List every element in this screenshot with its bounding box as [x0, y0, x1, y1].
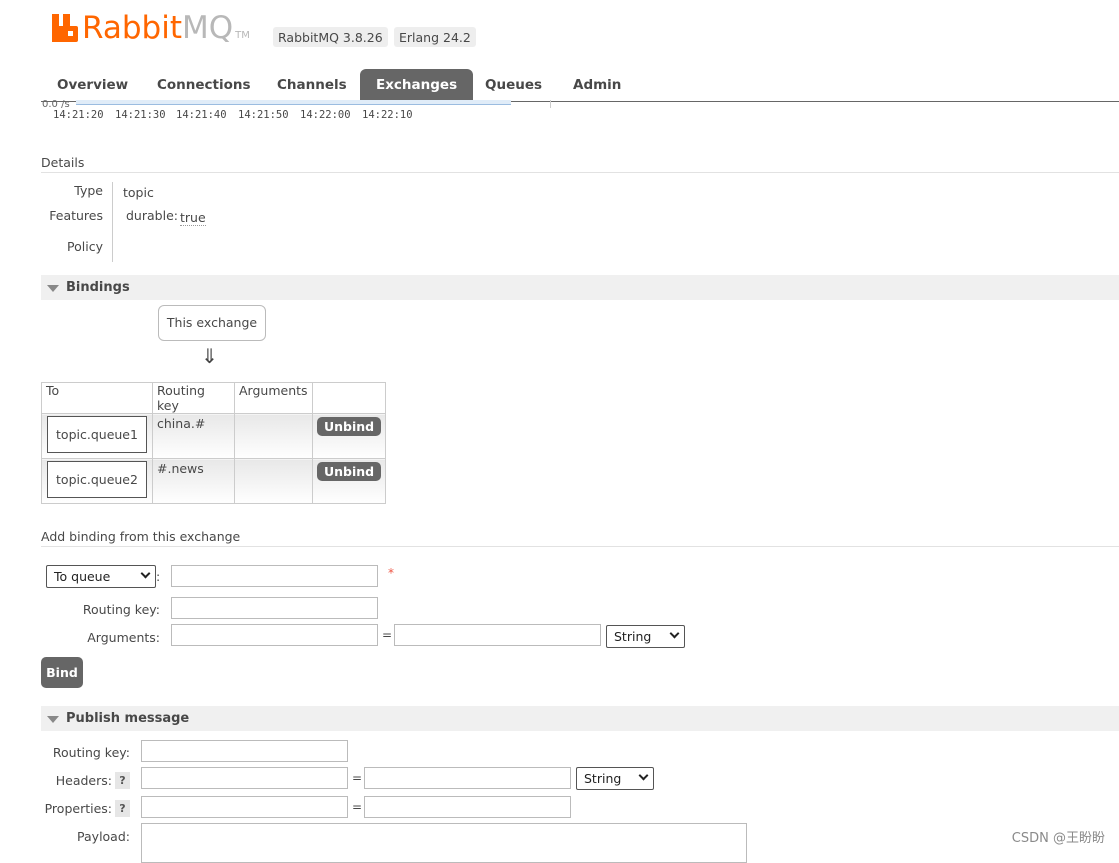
- required-marker: *: [388, 566, 394, 580]
- durable-value: true: [180, 210, 206, 226]
- chevron-down-icon: [140, 568, 151, 579]
- queue-link[interactable]: topic.queue2: [47, 461, 147, 498]
- erlang-version-badge: Erlang 24.2: [394, 27, 476, 47]
- logo-wordmark: RabbitMQ TM: [82, 10, 250, 46]
- table-row: topic.queue2 #.news Unbind: [41, 458, 387, 504]
- chevron-down-icon: [638, 770, 649, 781]
- argument-key-input[interactable]: [171, 624, 378, 646]
- add-binding-heading: Add binding from this exchange: [41, 529, 1119, 547]
- header-type-value: String: [584, 771, 622, 786]
- property-value-input[interactable]: [364, 796, 571, 818]
- publish-message-section-toggle[interactable]: Publish message: [41, 706, 1119, 731]
- bindings-heading: Bindings: [66, 280, 130, 295]
- chart-tick-label: 14:21:20: [53, 109, 104, 121]
- features-label: Features: [49, 208, 103, 223]
- bindings-table: To Routing key Arguments topic.queue1 ch…: [41, 382, 387, 504]
- routing-key-cell: china.#: [157, 416, 206, 431]
- argument-value-input[interactable]: [394, 624, 601, 646]
- unbind-button[interactable]: Unbind: [317, 462, 382, 481]
- destination-type-select[interactable]: To queue: [46, 565, 156, 588]
- type-label: Type: [74, 183, 103, 198]
- arguments-cell: [234, 458, 313, 504]
- type-value: topic: [123, 185, 154, 200]
- arguments-cell: [234, 413, 313, 459]
- tab-channels[interactable]: Channels: [261, 69, 363, 101]
- payload-label: Payload:: [77, 829, 130, 844]
- header-key-input[interactable]: [141, 767, 348, 789]
- publish-routing-key-input[interactable]: [141, 740, 348, 762]
- message-rate-chart: 0.0 /s 14:21:20 14:21:30 14:21:40 14:21:…: [41, 99, 561, 126]
- chart-tick-label: 14:21:30: [115, 109, 166, 121]
- unbind-button[interactable]: Unbind: [317, 417, 382, 436]
- equals-sign: =: [352, 771, 363, 785]
- properties-help-icon[interactable]: ?: [115, 800, 130, 817]
- tab-queues[interactable]: Queues: [469, 69, 558, 101]
- tab-admin[interactable]: Admin: [557, 69, 637, 101]
- tab-connections[interactable]: Connections: [141, 69, 267, 101]
- properties-label: Properties:: [44, 801, 112, 816]
- chart-divider: [550, 100, 551, 108]
- tab-overview[interactable]: Overview: [41, 69, 144, 101]
- property-key-input[interactable]: [141, 796, 348, 818]
- rabbitmq-logo-icon: [52, 14, 78, 42]
- bind-button[interactable]: Bind: [41, 657, 83, 688]
- details-heading: Details: [41, 155, 1119, 173]
- chart-tick-label: 14:22:00: [300, 109, 351, 121]
- column-header-actions: [311, 382, 387, 414]
- watermark: CSDN @王盼盼: [1011, 831, 1105, 846]
- chevron-down-icon: [669, 628, 680, 639]
- routing-key-label: Routing key:: [82, 602, 160, 617]
- chart-tick-label: 14:21:40: [176, 109, 227, 121]
- equals-sign: =: [352, 800, 363, 814]
- durable-key: durable:: [126, 208, 178, 223]
- destination-name-input[interactable]: [171, 565, 378, 587]
- column-header-routing-key: Routing key: [152, 382, 235, 414]
- queue-link[interactable]: topic.queue1: [47, 416, 147, 453]
- details-divider: [112, 182, 113, 262]
- destination-type-value: To queue: [54, 569, 111, 584]
- header-value-input[interactable]: [364, 767, 571, 789]
- arguments-label: Arguments:: [87, 630, 160, 645]
- routing-key-cell: #.news: [157, 461, 204, 476]
- policy-label: Policy: [67, 239, 103, 254]
- table-row: topic.queue1 china.# Unbind: [41, 413, 387, 459]
- headers-help-icon[interactable]: ?: [115, 772, 130, 789]
- this-exchange-box: This exchange: [158, 305, 266, 341]
- publish-message-heading: Publish message: [66, 711, 190, 726]
- chart-tick-label: 14:22:10: [362, 109, 413, 121]
- payload-textarea[interactable]: [141, 823, 747, 863]
- column-header-arguments: Arguments: [234, 382, 313, 414]
- main-nav-tabs: Overview Connections Channels Exchanges …: [41, 69, 1119, 102]
- collapse-triangle-icon: [47, 716, 59, 723]
- destination-colon: :: [156, 569, 161, 584]
- equals-sign: =: [382, 628, 393, 642]
- headers-label: Headers:: [55, 773, 112, 788]
- publish-routing-key-label: Routing key:: [52, 745, 130, 760]
- header-type-select[interactable]: String: [576, 767, 654, 790]
- down-arrow-icon: ⇓: [201, 344, 218, 368]
- chart-plot-area: [76, 100, 511, 105]
- column-header-to: To: [41, 382, 153, 414]
- rabbitmq-version-badge: RabbitMQ 3.8.26: [273, 27, 388, 47]
- table-header-row: To Routing key Arguments: [41, 382, 387, 414]
- tab-exchanges[interactable]: Exchanges: [360, 69, 474, 101]
- collapse-triangle-icon: [47, 285, 59, 292]
- routing-key-input[interactable]: [171, 597, 378, 619]
- chart-tick-label: 14:21:50: [238, 109, 289, 121]
- bindings-section-toggle[interactable]: Bindings: [41, 275, 1119, 300]
- argument-type-select[interactable]: String: [606, 625, 685, 648]
- argument-type-value: String: [614, 629, 652, 644]
